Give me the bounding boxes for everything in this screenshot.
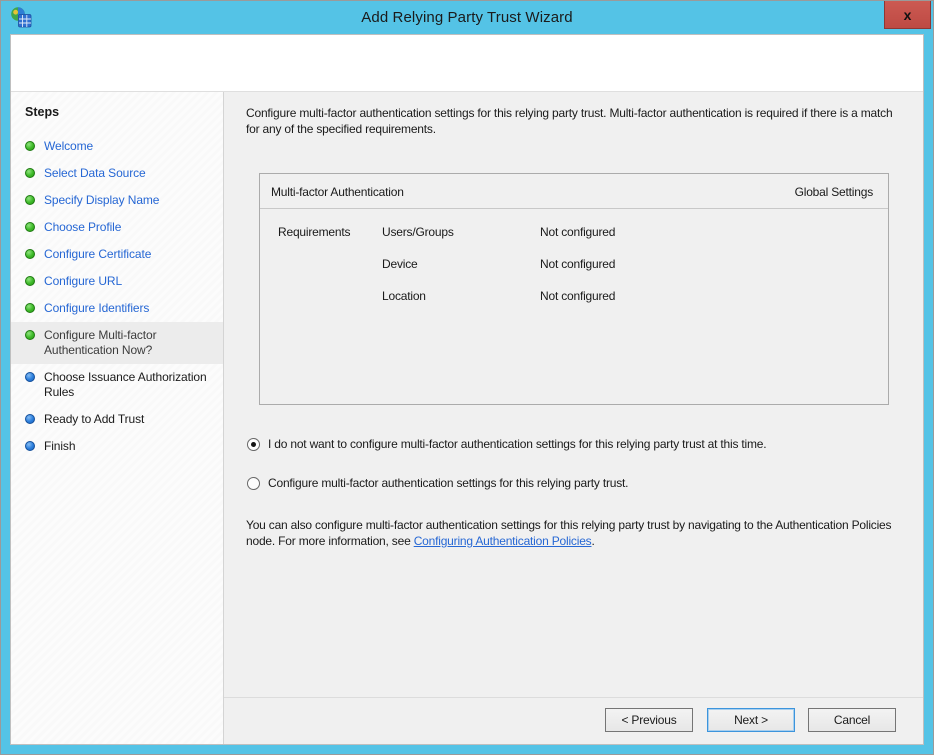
sidebar-step-configure-multi-factor-authentication-now: Configure Multi-factor Authentication No… <box>11 322 223 364</box>
sidebar-step-choose-profile[interactable]: Choose Profile <box>11 214 223 241</box>
steps-list: Welcome Select Data Source Specify Display… <box>11 133 223 460</box>
step-label: Finish <box>44 439 76 453</box>
sidebar-step-specify-display-name[interactable]: Specify Display Name <box>11 187 223 214</box>
footnote-after: . <box>591 534 595 548</box>
requirement-name: Location <box>382 289 426 303</box>
step-label: Choose Issuance Authorization Rules <box>44 370 207 399</box>
radio-skip-mfa-label: I do not want to configure multi-factor … <box>268 437 767 451</box>
main-pane: Configure multi-factor authentication se… <box>224 92 923 697</box>
wizard-header-strip <box>11 35 923 92</box>
step-completed-icon <box>25 330 35 340</box>
titlebar: Add Relying Party Trust Wizard x <box>1 1 933 34</box>
step-label: Choose Profile <box>44 220 122 234</box>
requirements-group-label <box>278 257 382 289</box>
sidebar-step-configure-certificate[interactable]: Configure Certificate <box>11 241 223 268</box>
sidebar-step-welcome[interactable]: Welcome <box>11 133 223 160</box>
wizard-button-bar: < Previous Next > Cancel <box>224 697 923 744</box>
step-label: Select Data Source <box>44 166 146 180</box>
step-completed-icon <box>25 222 35 232</box>
close-icon[interactable]: x <box>884 1 931 29</box>
sidebar-step-select-data-source[interactable]: Select Data Source <box>11 160 223 187</box>
step-completed-icon <box>25 141 35 151</box>
radio-skip-mfa[interactable]: I do not want to configure multi-factor … <box>247 437 895 451</box>
step-completed-icon <box>25 168 35 178</box>
requirement-name: Users/Groups <box>382 225 454 239</box>
global-settings-label: Global Settings <box>794 185 874 199</box>
radio-unselected-icon[interactable] <box>247 476 260 490</box>
mfa-requirement-row: Device Not configured <box>278 257 888 289</box>
step-label: Configure URL <box>44 274 123 288</box>
step-completed-icon <box>25 249 35 259</box>
requirements-group-label: Requirements <box>278 225 351 239</box>
mfa-box-title: Multi-factor Authentication <box>271 185 404 199</box>
previous-button[interactable]: < Previous <box>605 708 693 732</box>
step-pending-icon <box>25 414 35 424</box>
step-label: Specify Display Name <box>44 193 160 207</box>
wizard-window: Add Relying Party Trust Wizard x Steps W… <box>0 0 934 755</box>
intro-text: Configure multi-factor authentication se… <box>246 106 893 136</box>
step-label: Configure Identifiers <box>44 301 150 315</box>
requirement-value: Not configured <box>540 225 616 239</box>
steps-heading: Steps <box>25 105 60 119</box>
adfs-app-icon <box>10 6 32 28</box>
mfa-requirement-row: Location Not configured <box>278 289 888 321</box>
requirements-group-label <box>278 289 382 321</box>
radio-configure-mfa-label: Configure multi-factor authentication se… <box>268 476 629 490</box>
step-label: Ready to Add Trust <box>44 412 145 426</box>
step-completed-icon <box>25 195 35 205</box>
radio-selected-icon[interactable] <box>247 437 260 451</box>
steps-sidebar: Steps Welcome Select Data Source Specify D… <box>11 92 224 744</box>
sidebar-step-configure-url[interactable]: Configure URL <box>11 268 223 295</box>
step-completed-icon <box>25 303 35 313</box>
configuring-authentication-policies-link[interactable]: Configuring Authentication Policies <box>414 534 592 548</box>
cancel-button[interactable]: Cancel <box>808 708 896 732</box>
step-label: Configure Certificate <box>44 247 152 261</box>
radio-configure-mfa[interactable]: Configure multi-factor authentication se… <box>247 476 895 490</box>
step-pending-icon <box>25 372 35 382</box>
sidebar-step-configure-identifiers[interactable]: Configure Identifiers <box>11 295 223 322</box>
sidebar-step-ready-to-add-trust: Ready to Add Trust <box>11 406 223 433</box>
mfa-requirement-row: Requirements Users/Groups Not configured <box>278 225 888 257</box>
next-button[interactable]: Next > <box>707 708 795 732</box>
sidebar-step-finish: Finish <box>11 433 223 460</box>
step-label: Welcome <box>44 139 94 153</box>
window-title: Add Relying Party Trust Wizard <box>361 9 573 26</box>
mfa-rows: Requirements Users/Groups Not configured De… <box>260 209 888 321</box>
requirement-value: Not configured <box>540 257 616 271</box>
wizard-body: Steps Welcome Select Data Source Specify D… <box>10 34 924 745</box>
step-label: Configure Multi-factor Authentication No… <box>44 328 157 357</box>
requirement-value: Not configured <box>540 289 616 303</box>
footnote-text: You can also configure multi-factor auth… <box>246 517 895 549</box>
mfa-settings-box: Multi-factor Authentication Global Setti… <box>259 173 889 405</box>
step-completed-icon <box>25 276 35 286</box>
step-pending-icon <box>25 441 35 451</box>
sidebar-step-choose-issuance-authorization-rules: Choose Issuance Authorization Rules <box>11 364 223 406</box>
requirement-name: Device <box>382 257 418 271</box>
